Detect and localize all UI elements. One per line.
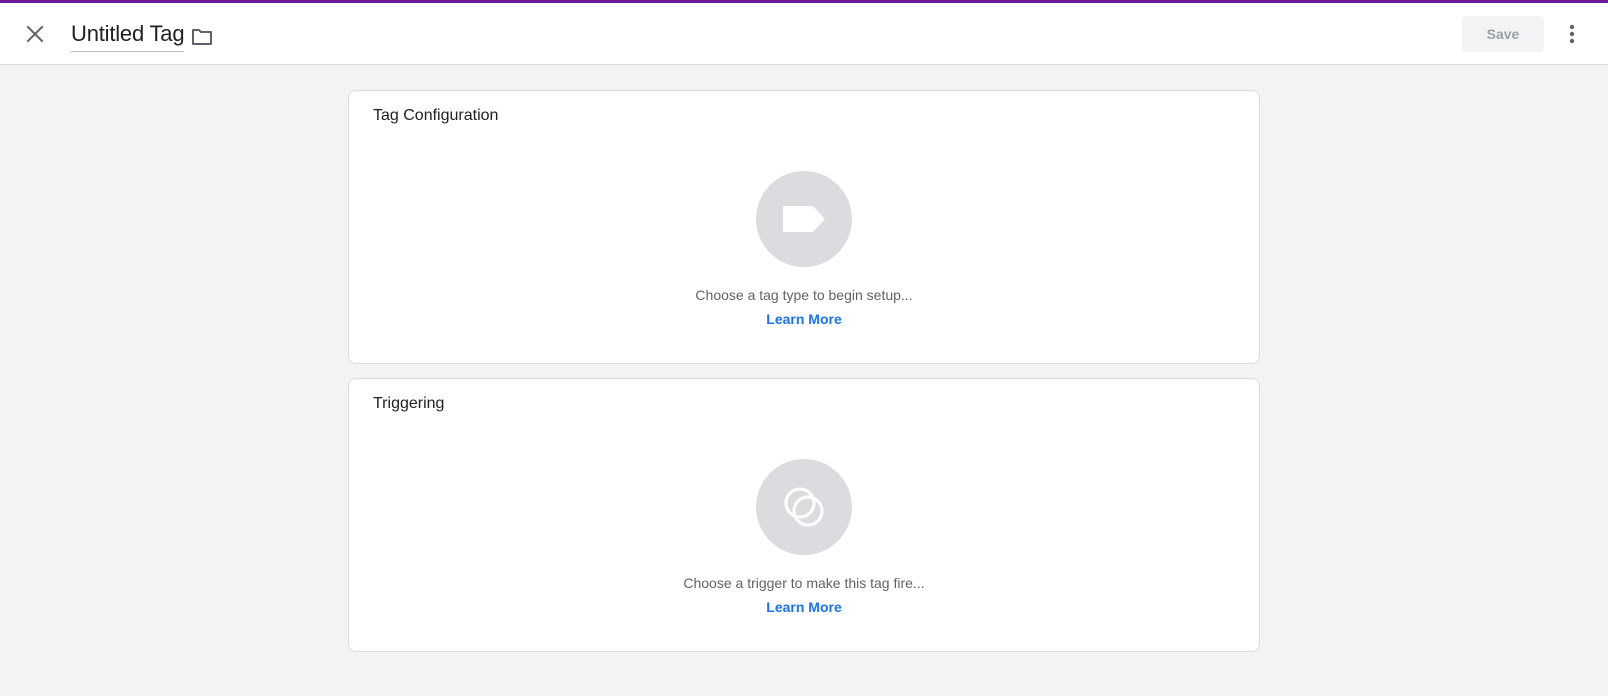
learn-more-link: Learn More xyxy=(349,311,1259,327)
learn-more-link: Learn More xyxy=(349,599,1259,615)
more-options-button[interactable] xyxy=(1555,17,1589,51)
tag-name-input[interactable]: Untitled Tag xyxy=(71,19,185,52)
close-button[interactable] xyxy=(18,17,52,51)
learn-more-link-text[interactable]: Learn More xyxy=(766,311,841,327)
close-icon xyxy=(26,25,44,43)
save-button[interactable]: Save xyxy=(1462,16,1544,52)
tag-icon xyxy=(783,206,825,232)
folder-button[interactable] xyxy=(188,23,216,51)
folder-icon xyxy=(192,29,212,45)
learn-more-link-text[interactable]: Learn More xyxy=(766,599,841,615)
choose-trigger-button[interactable] xyxy=(756,459,852,555)
trigger-hint: Choose a trigger to make this tag fire..… xyxy=(683,575,925,591)
choose-tag-type-button[interactable] xyxy=(756,171,852,267)
card-title: Triggering xyxy=(373,395,445,412)
trigger-icon xyxy=(784,487,824,527)
card-title: Tag Configuration xyxy=(373,107,499,124)
tag-type-hint: Choose a tag type to begin setup... xyxy=(695,287,913,303)
triggering-card[interactable]: Triggering Choose a trigger to make this… xyxy=(348,378,1260,652)
tag-configuration-card[interactable]: Tag Configuration Choose a tag type to b… xyxy=(348,90,1260,364)
more-vert-icon xyxy=(1569,24,1575,44)
editor-header: Untitled Tag Save xyxy=(0,3,1608,65)
